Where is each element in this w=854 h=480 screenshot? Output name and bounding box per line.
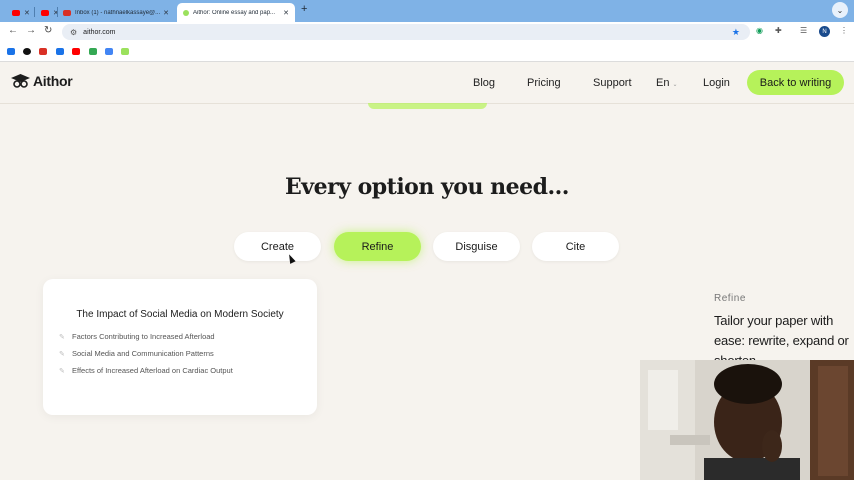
browser-menu-icon[interactable]: ⋮ [840, 26, 848, 35]
list-item-text: Effects of Increased Afterload on Cardia… [72, 366, 233, 375]
nav-pricing[interactable]: Pricing [527, 77, 561, 89]
option-refine-button[interactable]: Refine [334, 232, 421, 261]
url-text: aithor.com [83, 28, 116, 36]
nav-login[interactable]: Login [703, 77, 730, 89]
list-item-text: Social Media and Communication Patterns [72, 349, 214, 358]
reload-icon[interactable]: ↻ [44, 25, 52, 36]
logo-text: Aithor [33, 73, 73, 89]
youtube-icon [41, 9, 49, 16]
gmail-icon [63, 9, 71, 16]
close-tab-icon[interactable]: ✕ [163, 9, 169, 17]
aithor-favicon-icon [183, 9, 189, 16]
bookmark-star-icon[interactable]: ★ [732, 27, 740, 38]
mortarboard-logo-icon [11, 74, 30, 88]
nav-blog[interactable]: Blog [473, 77, 495, 89]
page-headline: Every option you need... [285, 174, 569, 200]
list-item: ✎ Factors Contributing to Increased Afte… [59, 332, 215, 341]
bookmark-icon[interactable] [121, 48, 129, 55]
list-item: ✎ Effects of Increased Afterload on Card… [59, 366, 233, 375]
browser-toolbar: ← → ↻ ⚙ aithor.com ★ ◉ ✚ ☰ N ⋮ [0, 22, 854, 42]
card-title: The Impact of Social Media on Modern Soc… [76, 309, 284, 320]
webcam-person-image [640, 360, 854, 480]
bookmark-gmail-icon[interactable] [39, 48, 47, 55]
reading-list-icon[interactable]: ☰ [800, 26, 807, 35]
tab-search-chevron-icon[interactable]: ⌄ [832, 2, 848, 18]
pencil-icon: ✎ [59, 333, 65, 341]
new-tab-icon[interactable]: + [301, 3, 307, 15]
bookmark-youtube-icon[interactable] [72, 48, 80, 55]
extensions-puzzle-icon[interactable]: ✚ [775, 26, 782, 35]
bookmark-icon[interactable] [56, 48, 64, 55]
option-create-button[interactable]: Create [234, 232, 321, 261]
partial-green-button [368, 103, 487, 109]
pencil-icon: ✎ [59, 350, 65, 358]
pencil-icon: ✎ [59, 367, 65, 375]
outline-card: The Impact of Social Media on Modern Soc… [43, 279, 317, 415]
bookmark-icon[interactable] [89, 48, 97, 55]
tab-youtube-2[interactable]: ✕ [35, 3, 59, 22]
tab-title: Aithor: Online essay and pap... [193, 9, 276, 16]
close-tab-icon[interactable]: ✕ [283, 9, 289, 17]
list-item: ✎ Social Media and Communication Pattern… [59, 349, 214, 358]
browser-tab-bar: ✕ ✕ Inbox (1) - nathnaelkassaye@... ✕ Ai… [0, 0, 854, 22]
bookmark-icon[interactable] [23, 48, 31, 55]
tab-title: Inbox (1) - nathnaelkassaye@... [75, 9, 161, 16]
bookmarks-bar [0, 42, 854, 62]
address-bar[interactable]: ⚙ aithor.com ★ [62, 24, 750, 40]
feature-label: Refine [714, 293, 746, 304]
back-arrow-icon[interactable]: ← [8, 25, 18, 36]
language-label: En [656, 77, 670, 89]
extension-icon[interactable]: ◉ [756, 26, 763, 35]
nav-support[interactable]: Support [593, 77, 632, 89]
option-disguise-button[interactable]: Disguise [433, 232, 520, 261]
bookmark-icon[interactable] [7, 48, 15, 55]
site-header: Aithor Blog Pricing Support En ⌄ Login Ba… [0, 62, 854, 104]
youtube-icon [12, 9, 20, 16]
tab-aithor[interactable]: Aithor: Online essay and pap... ✕ [177, 3, 295, 22]
option-cite-button[interactable]: Cite [532, 232, 619, 261]
close-tab-icon[interactable]: ✕ [24, 9, 30, 17]
list-item-text: Factors Contributing to Increased Afterl… [72, 332, 215, 341]
webcam-overlay [640, 360, 854, 480]
language-selector[interactable]: En ⌄ [656, 77, 678, 89]
profile-avatar[interactable]: N [819, 26, 830, 37]
tab-gmail[interactable]: Inbox (1) - nathnaelkassaye@... ✕ [57, 3, 175, 22]
bookmark-icon[interactable] [105, 48, 113, 55]
chevron-down-icon: ⌄ [672, 82, 678, 88]
tab-youtube-1[interactable]: ✕ [6, 3, 34, 22]
back-to-writing-button[interactable]: Back to writing [747, 70, 844, 95]
aithor-logo[interactable]: Aithor [11, 73, 73, 89]
site-info-icon[interactable]: ⚙ [70, 28, 77, 37]
forward-arrow-icon[interactable]: → [26, 25, 36, 36]
